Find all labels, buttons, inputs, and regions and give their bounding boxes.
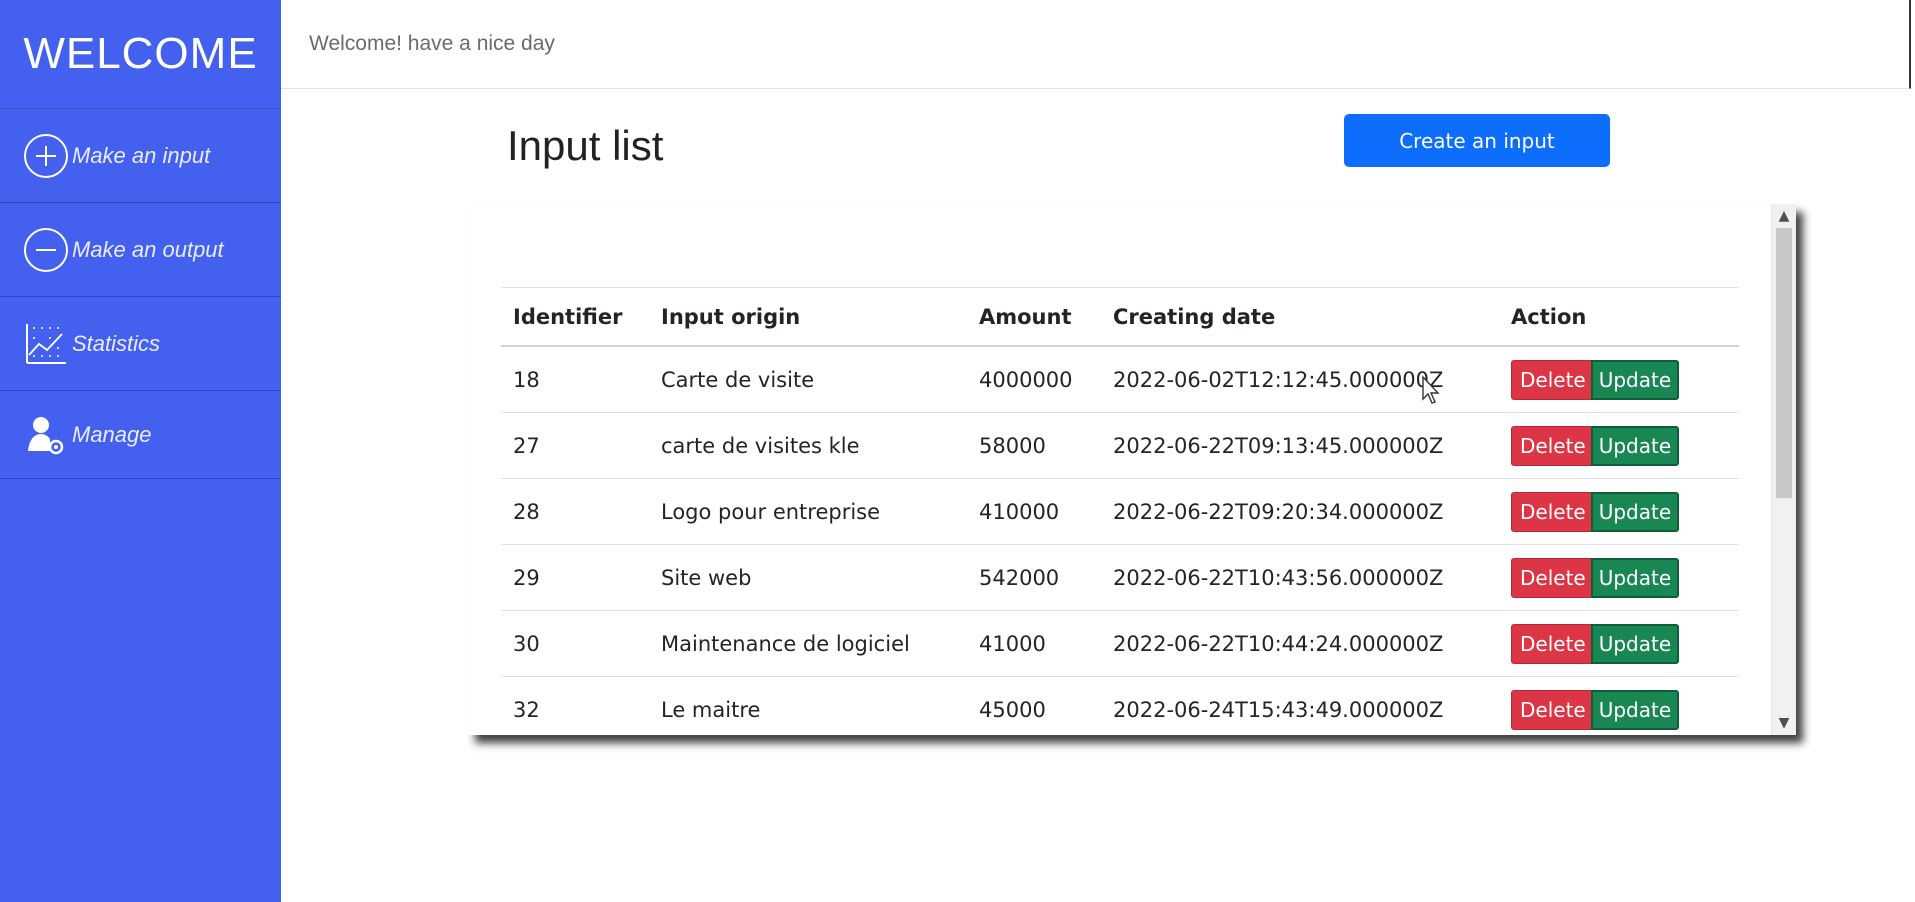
scroll-down-icon[interactable]: ▼ xyxy=(1772,711,1796,735)
scroll-thumb[interactable] xyxy=(1776,228,1792,498)
update-button[interactable]: Update xyxy=(1590,689,1680,730)
cell-amount: 41000 xyxy=(967,610,1101,677)
cell-amount: 542000 xyxy=(967,544,1101,611)
table-row: 28 Logo pour entreprise 410000 2022-06-2… xyxy=(501,478,1739,545)
brand-title: WELCOME xyxy=(0,0,281,109)
top-bar: Welcome! have a nice day xyxy=(281,0,1911,89)
column-header-identifier: Identifier xyxy=(501,287,649,347)
page-title: Input list xyxy=(507,122,664,169)
cell-origin: Maintenance de logiciel xyxy=(649,610,967,677)
cell-identifier: 32 xyxy=(501,676,649,735)
cell-action: Delete Update xyxy=(1499,346,1739,413)
column-header-date: Creating date xyxy=(1101,287,1499,347)
cell-identifier: 29 xyxy=(501,544,649,611)
cell-identifier: 27 xyxy=(501,412,649,479)
cell-origin: Site web xyxy=(649,544,967,611)
table-row: 18 Carte de visite 4000000 2022-06-02T12… xyxy=(501,346,1739,413)
plus-circle-icon xyxy=(22,132,70,180)
update-button[interactable]: Update xyxy=(1590,425,1680,466)
cell-identifier: 18 xyxy=(501,346,649,413)
welcome-message: Welcome! have a nice day xyxy=(309,32,555,55)
minus-circle-icon xyxy=(22,226,70,274)
cell-action: Delete Update xyxy=(1499,676,1739,735)
column-header-action: Action xyxy=(1499,287,1739,347)
chart-icon xyxy=(22,320,70,368)
column-header-amount: Amount xyxy=(967,287,1101,347)
sidebar-item-statistics[interactable]: Statistics xyxy=(0,297,281,391)
cell-amount: 45000 xyxy=(967,676,1101,735)
cell-date: 2022-06-22T09:13:45.000000Z xyxy=(1101,412,1499,479)
cell-origin: carte de visites kle xyxy=(649,412,967,479)
cell-amount: 410000 xyxy=(967,478,1101,545)
mouse-cursor-icon xyxy=(1421,375,1443,405)
sidebar: WELCOME Make an input Make an output Sta… xyxy=(0,0,281,902)
delete-button[interactable]: Delete xyxy=(1511,689,1595,730)
cell-amount: 58000 xyxy=(967,412,1101,479)
table-row: 32 Le maitre 45000 2022-06-24T15:43:49.0… xyxy=(501,676,1739,735)
sidebar-item-label: Statistics xyxy=(72,330,161,356)
table-row: 27 carte de visites kle 58000 2022-06-22… xyxy=(501,412,1739,479)
sidebar-item-label: Manage xyxy=(72,421,152,447)
cell-date: 2022-06-22T10:44:24.000000Z xyxy=(1101,610,1499,677)
input-table: Identifier Input origin Amount Creating … xyxy=(501,287,1739,735)
cell-date: 2022-06-22T10:43:56.000000Z xyxy=(1101,544,1499,611)
update-button[interactable]: Update xyxy=(1590,623,1680,664)
table-row: 30 Maintenance de logiciel 41000 2022-06… xyxy=(501,610,1739,677)
cell-identifier: 28 xyxy=(501,478,649,545)
cell-action: Delete Update xyxy=(1499,478,1739,545)
cell-action: Delete Update xyxy=(1499,610,1739,677)
sidebar-item-manage[interactable]: Manage xyxy=(0,391,281,479)
table-scrollbar[interactable]: ▲ ▼ xyxy=(1771,204,1796,735)
create-input-button[interactable]: Create an input xyxy=(1344,114,1610,167)
sidebar-item-label: Make an input xyxy=(72,142,211,168)
scroll-up-icon[interactable]: ▲ xyxy=(1772,204,1796,228)
cell-date: 2022-06-22T09:20:34.000000Z xyxy=(1101,478,1499,545)
cell-action: Delete Update xyxy=(1499,412,1739,479)
user-gear-icon xyxy=(22,411,70,459)
cell-date: 2022-06-24T15:43:49.000000Z xyxy=(1101,676,1499,735)
table-row: 29 Site web 542000 2022-06-22T10:43:56.0… xyxy=(501,544,1739,611)
cell-identifier: 30 xyxy=(501,610,649,677)
sidebar-item-make-input[interactable]: Make an input xyxy=(0,109,281,203)
input-table-panel: Identifier Input origin Amount Creating … xyxy=(468,204,1796,735)
cell-origin: Logo pour entreprise xyxy=(649,478,967,545)
delete-button[interactable]: Delete xyxy=(1511,491,1595,532)
sidebar-item-make-output[interactable]: Make an output xyxy=(0,203,281,297)
cell-amount: 4000000 xyxy=(967,346,1101,413)
cell-origin: Le maitre xyxy=(649,676,967,735)
sidebar-item-label: Make an output xyxy=(72,236,224,262)
delete-button[interactable]: Delete xyxy=(1511,623,1595,664)
cell-action: Delete Update xyxy=(1499,544,1739,611)
column-header-origin: Input origin xyxy=(649,287,967,347)
update-button[interactable]: Update xyxy=(1590,491,1680,532)
delete-button[interactable]: Delete xyxy=(1511,425,1595,466)
delete-button[interactable]: Delete xyxy=(1511,359,1595,400)
cell-origin: Carte de visite xyxy=(649,346,967,413)
update-button[interactable]: Update xyxy=(1590,557,1680,598)
update-button[interactable]: Update xyxy=(1590,359,1680,400)
table-header-row: Identifier Input origin Amount Creating … xyxy=(501,287,1739,347)
delete-button[interactable]: Delete xyxy=(1511,557,1595,598)
